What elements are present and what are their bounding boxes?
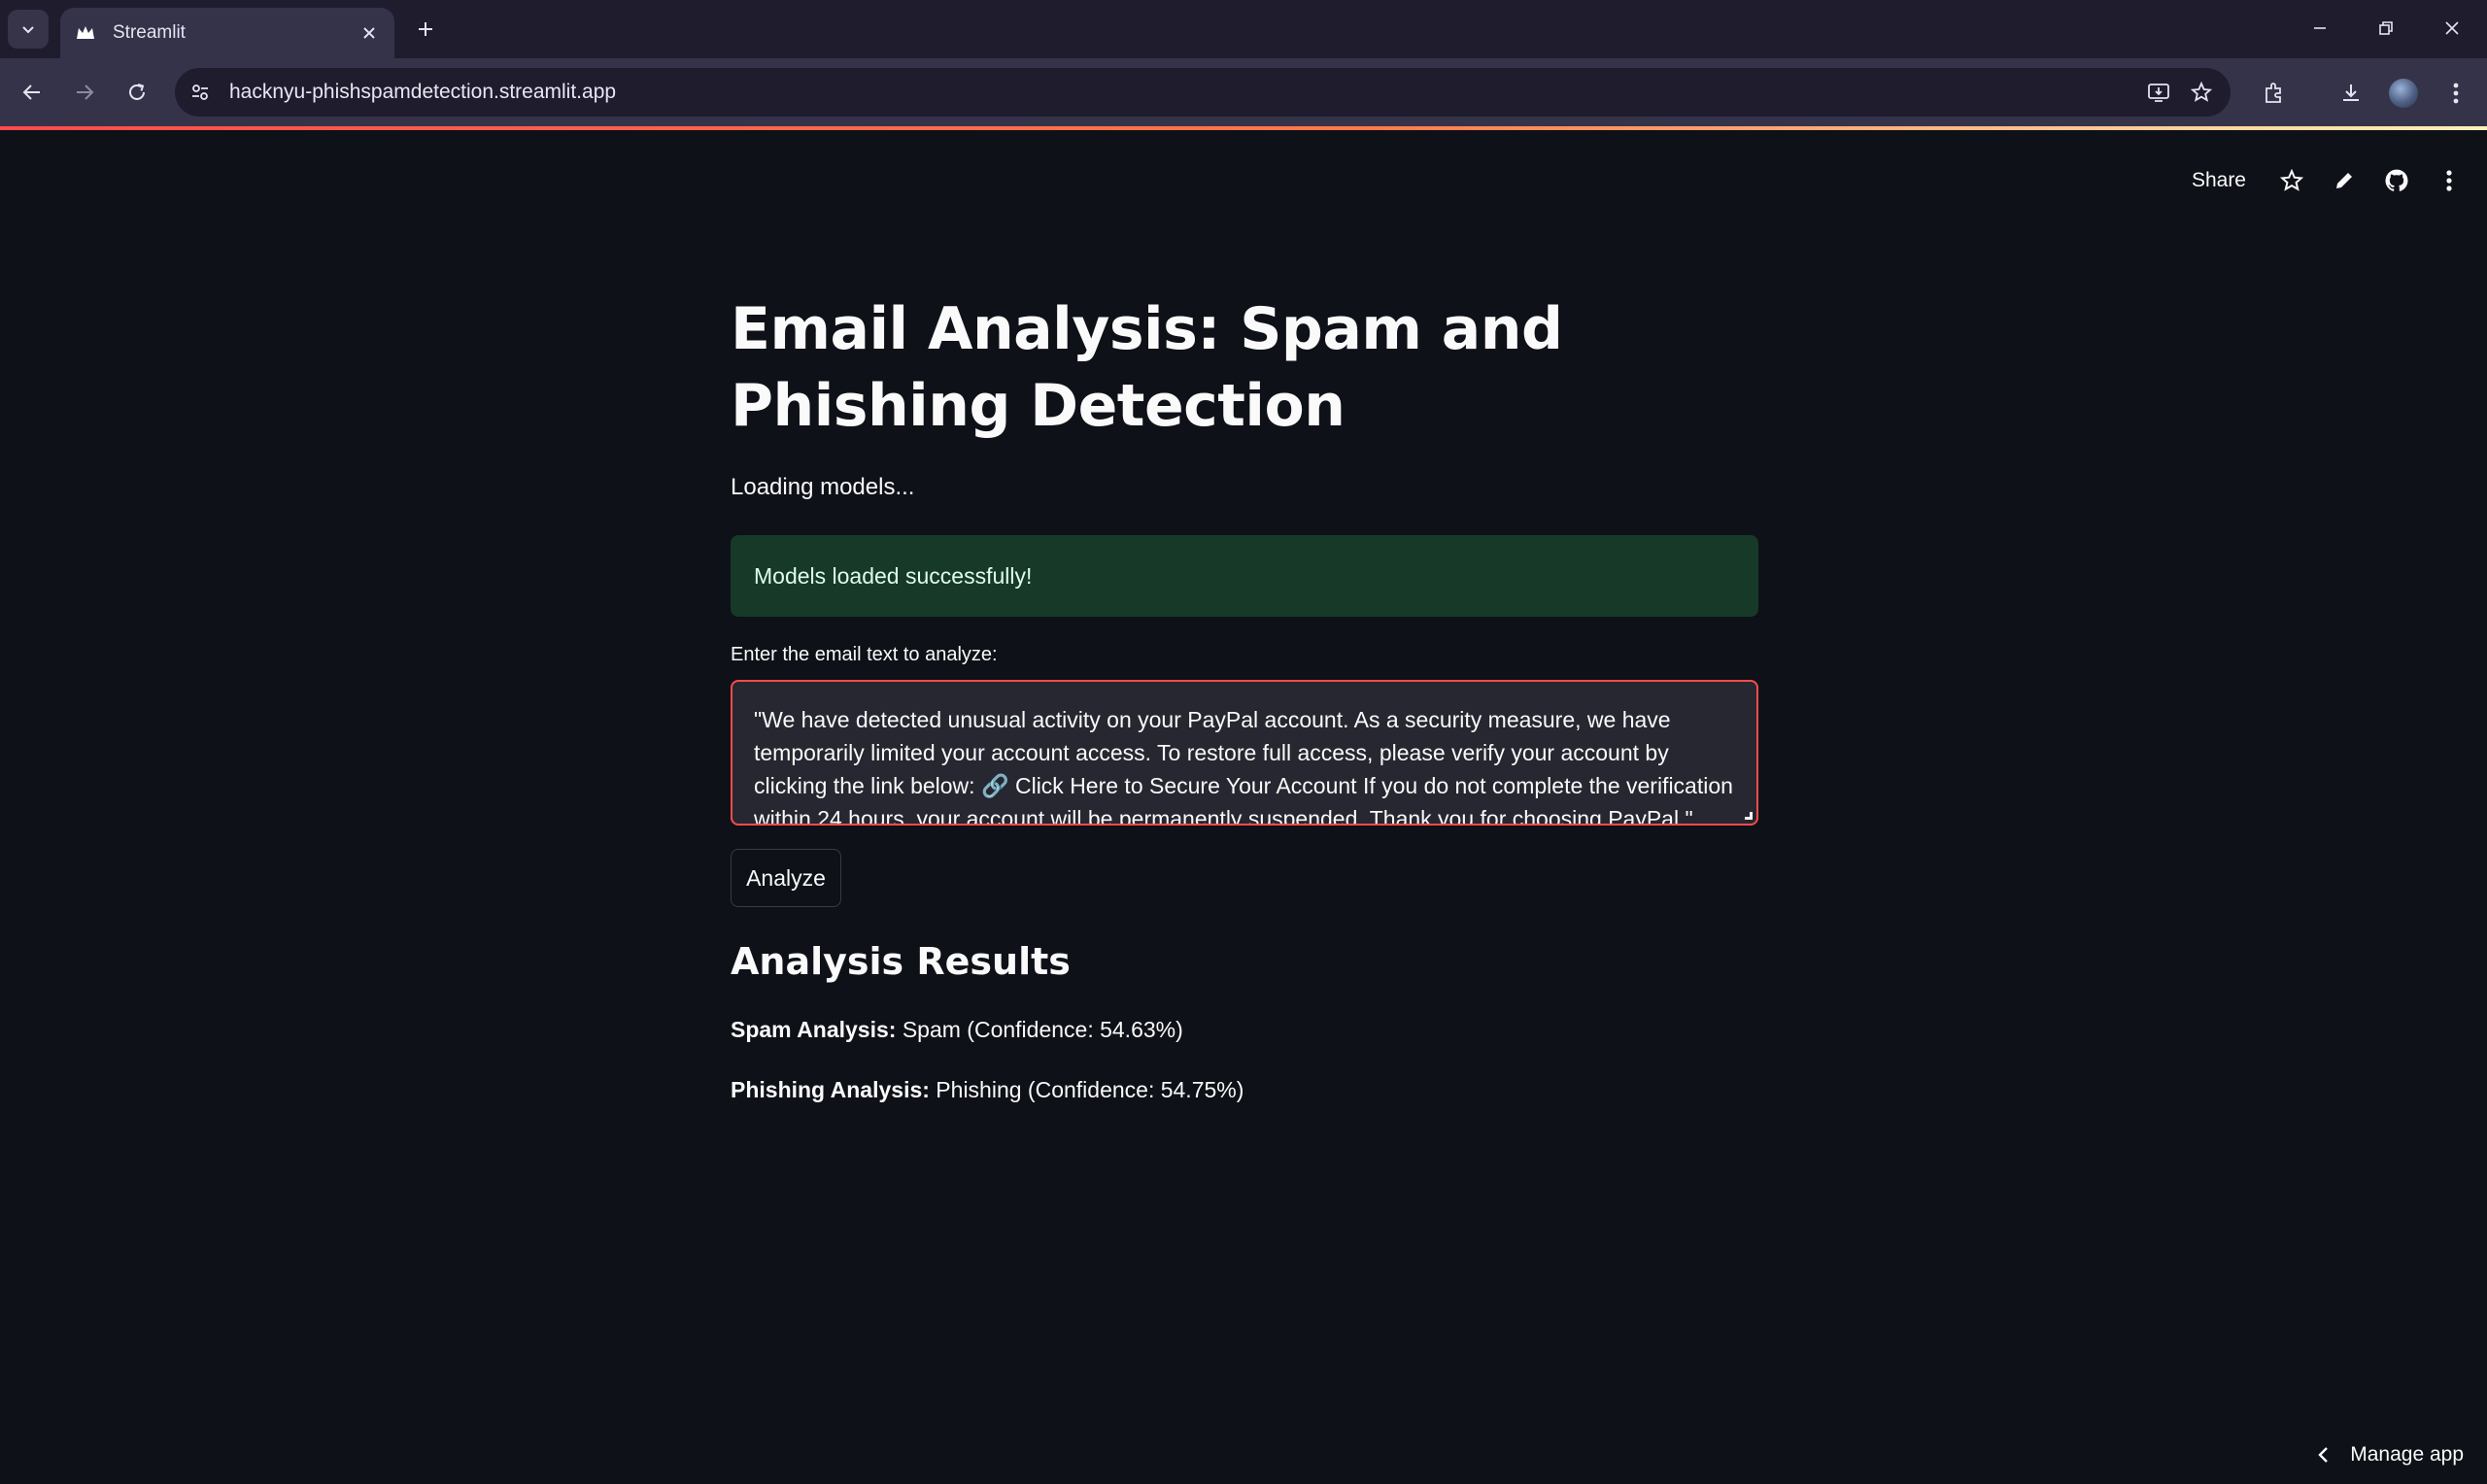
share-button[interactable]: Share [2192, 169, 2246, 192]
new-tab-button[interactable] [408, 12, 443, 47]
spam-result-label: Spam Analysis: [731, 1017, 897, 1042]
spam-result: Spam Analysis: Spam (Confidence: 54.63%) [731, 1017, 1183, 1043]
address-bar[interactable]: hacknyu-phishspamdetection.streamlit.app [175, 68, 2231, 117]
browser-menu-icon[interactable] [2435, 72, 2477, 115]
browser-toolbar: hacknyu-phishspamdetection.streamlit.app [0, 58, 2487, 126]
manage-app-button[interactable]: Manage app [2317, 1435, 2464, 1474]
chevron-left-icon [2318, 1447, 2329, 1463]
reload-button[interactable] [117, 72, 157, 113]
star-icon[interactable] [2266, 159, 2318, 202]
edit-pencil-icon[interactable] [2318, 159, 2370, 202]
site-settings-icon[interactable] [181, 73, 220, 112]
app-header-toolbar: Share [2192, 159, 2487, 202]
extensions-icon[interactable] [2252, 72, 2295, 115]
arrow-left-icon [22, 84, 40, 100]
streamlit-app: Share Email Analysis: Spam and Phishing … [0, 130, 2487, 1484]
success-message: Models loaded successfully! [754, 562, 1033, 589]
page-title: Email Analysis: Spam and Phishing Detect… [731, 295, 1563, 440]
phishing-result-label: Phishing Analysis: [731, 1077, 930, 1102]
close-icon[interactable] [354, 17, 385, 49]
avatar [2389, 79, 2418, 108]
spam-result-value: Spam (Confidence: 54.63%) [896, 1017, 1183, 1042]
github-icon[interactable] [2370, 159, 2423, 202]
analysis-results-heading: Analysis Results [731, 940, 1071, 983]
forward-button[interactable] [64, 72, 105, 113]
close-window-button[interactable] [2419, 0, 2485, 56]
email-text-value: "We have detected unusual activity on yo… [754, 707, 1733, 826]
restore-button[interactable] [2353, 0, 2419, 56]
minimize-button[interactable] [2287, 0, 2353, 56]
downloads-icon[interactable] [2330, 72, 2372, 115]
email-text-area[interactable]: "We have detected unusual activity on yo… [731, 680, 1758, 826]
phishing-result-value: Phishing (Confidence: 54.75%) [929, 1077, 1244, 1102]
browser-tab-strip: Streamlit [0, 0, 2487, 58]
install-app-icon[interactable] [2137, 71, 2180, 114]
restore-icon [2379, 21, 2393, 35]
streamlit-crown-icon [74, 21, 97, 45]
tab-title: Streamlit [113, 22, 186, 43]
back-button[interactable] [12, 72, 52, 113]
plus-icon [419, 22, 432, 36]
url-text: hacknyu-phishspamdetection.streamlit.app [229, 81, 617, 103]
tab-search-button[interactable] [8, 10, 49, 49]
profile-avatar[interactable] [2382, 72, 2425, 115]
reload-icon [129, 84, 145, 100]
resize-handle[interactable] [1745, 812, 1753, 820]
minimize-icon [2314, 27, 2326, 29]
loading-text: Loading models... [731, 474, 915, 500]
analyze-button[interactable]: Analyze [731, 849, 841, 907]
manage-app-label: Manage app [2350, 1443, 2464, 1466]
email-input-label: Enter the email text to analyze: [731, 644, 998, 665]
more-vertical-icon[interactable] [2423, 159, 2475, 202]
bookmark-star-icon[interactable] [2180, 71, 2223, 114]
chevron-down-icon [22, 26, 34, 34]
success-alert: Models loaded successfully! [731, 535, 1758, 617]
active-tab[interactable]: Streamlit [60, 8, 394, 58]
phishing-result: Phishing Analysis: Phishing (Confidence:… [731, 1077, 1244, 1103]
arrow-right-icon [77, 84, 94, 100]
close-icon [2445, 21, 2459, 35]
